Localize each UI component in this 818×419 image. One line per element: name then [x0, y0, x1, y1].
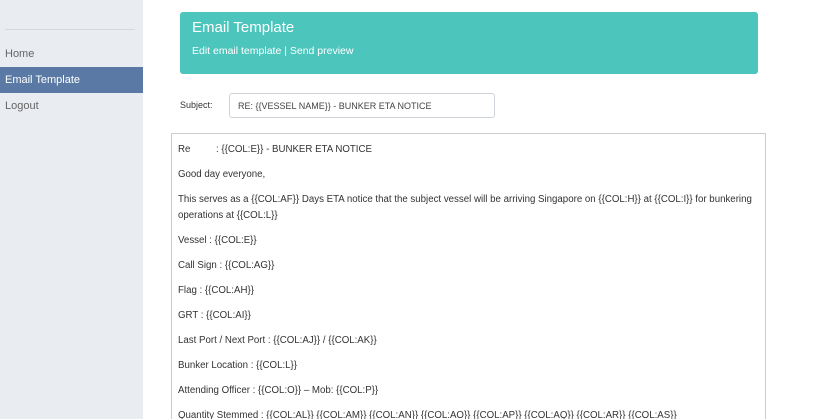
- re-label: Re: [178, 144, 191, 155]
- body-line-quantity: Quantity Stemmed : {{COL:AL}} {{COL:AM}}…: [178, 410, 677, 419]
- sidebar-item-home[interactable]: Home: [0, 41, 143, 67]
- body-line-vessel: Vessel : {{COL:E}}: [178, 235, 257, 246]
- header-links: Edit email template | Send preview: [192, 44, 746, 58]
- re-line: Re : {{COL:E}} - BUNKER ETA NOTICE: [178, 142, 759, 158]
- body-line-call-sign: Call Sign : {{COL:AG}}: [178, 260, 275, 271]
- sidebar: Home Email Template Logout: [0, 0, 143, 419]
- subject-label: Subject:: [180, 100, 213, 110]
- body-line-ports: Last Port / Next Port : {{COL:AJ}} / {{C…: [178, 335, 377, 346]
- body-line-attending-officer: Attending Officer : {{COL:O}} – Mob: {{C…: [178, 385, 379, 396]
- page-header: Email Template Edit email template | Sen…: [180, 12, 758, 74]
- link-separator: |: [281, 45, 290, 57]
- re-value: : {{COL:E}} - BUNKER ETA NOTICE: [216, 144, 372, 155]
- body-line-bunker-location: Bunker Location : {{COL:L}}: [178, 360, 298, 371]
- subject-input[interactable]: [229, 93, 495, 118]
- send-preview-link[interactable]: Send preview: [290, 45, 354, 57]
- edit-template-link[interactable]: Edit email template: [192, 45, 281, 57]
- sidebar-divider: [5, 29, 135, 30]
- body-line-greeting: Good day everyone,: [178, 169, 266, 180]
- body-line-flag: Flag : {{COL:AH}}: [178, 285, 254, 296]
- email-body-editor[interactable]: Re : {{COL:E}} - BUNKER ETA NOTICE Good d…: [171, 133, 766, 419]
- body-line-eta-notice: This serves as a {{COL:AF}} Days ETA not…: [178, 194, 752, 221]
- sidebar-item-logout[interactable]: Logout: [0, 93, 143, 119]
- body-line-grt: GRT : {{COL:AI}}: [178, 310, 251, 321]
- sidebar-item-email-template[interactable]: Email Template: [0, 67, 143, 93]
- page-title: Email Template: [192, 19, 295, 36]
